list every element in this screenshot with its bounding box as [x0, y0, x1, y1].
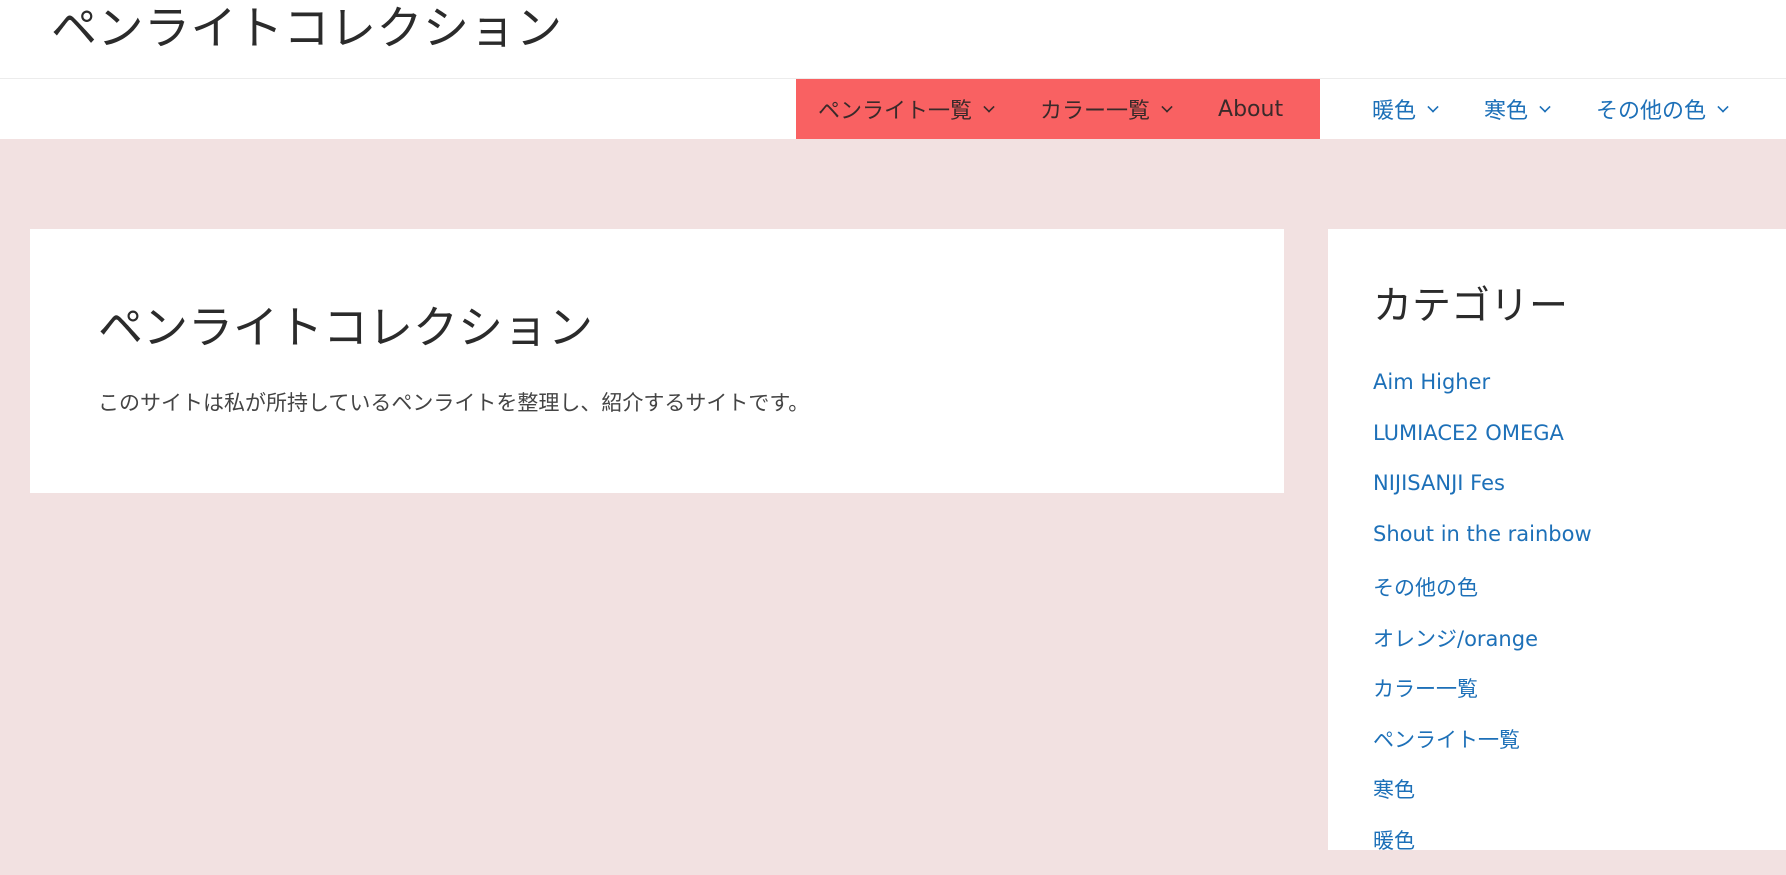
menu-item-cool-colors[interactable]: 寒色	[1484, 93, 1550, 125]
category-link[interactable]: その他の色	[1373, 572, 1592, 623]
menu-item-color-list[interactable]: カラー一覧	[1040, 93, 1172, 125]
menu-item-about[interactable]: About	[1218, 97, 1283, 122]
site-title[interactable]: ペンライトコレクション	[51, 0, 563, 58]
chevron-down-icon	[1539, 101, 1550, 112]
menu-item-other-colors[interactable]: その他の色	[1596, 93, 1728, 125]
chevron-down-icon	[1161, 101, 1172, 112]
sidebar: カテゴリー Aim Higher LUMIACE2 OMEGA NIJISANJ…	[1328, 229, 1786, 850]
menu-item-label: 寒色	[1484, 93, 1528, 125]
chevron-down-icon	[1427, 101, 1438, 112]
category-link[interactable]: カラー一覧	[1373, 673, 1592, 724]
category-link[interactable]: Shout in the rainbow	[1373, 522, 1592, 573]
category-link[interactable]: NIJISANJI Fes	[1373, 471, 1592, 522]
navigation-bar: ペンライト一覧 カラー一覧 About 暖色 寒色 その他の色	[0, 79, 1786, 139]
menu-item-label: 暖色	[1372, 93, 1416, 125]
menu-item-label: About	[1218, 97, 1283, 122]
main-content-card: ペンライトコレクション このサイトは私が所持しているペンライトを整理し、紹介する…	[30, 229, 1284, 493]
site-header: ペンライトコレクション	[0, 0, 1786, 79]
menu-item-label: カラー一覧	[1040, 93, 1150, 125]
page-title: ペンライトコレクション	[98, 291, 593, 356]
category-link[interactable]: Aim Higher	[1373, 370, 1592, 421]
category-link[interactable]: オレンジ/orange	[1373, 623, 1592, 674]
category-link[interactable]: 寒色	[1373, 774, 1592, 825]
page-description: このサイトは私が所持しているペンライトを整理し、紹介するサイトです。	[98, 387, 809, 417]
category-list: Aim Higher LUMIACE2 OMEGA NIJISANJI Fes …	[1373, 370, 1592, 875]
sidebar-title: カテゴリー	[1373, 275, 1568, 331]
category-link[interactable]: ペンライト一覧	[1373, 724, 1592, 775]
chevron-down-icon	[1717, 101, 1728, 112]
menu-item-label: その他の色	[1596, 93, 1706, 125]
menu-item-label: ペンライト一覧	[818, 93, 972, 125]
primary-menu: ペンライト一覧 カラー一覧 About	[796, 79, 1320, 139]
menu-item-warm-colors[interactable]: 暖色	[1372, 93, 1438, 125]
chevron-down-icon	[983, 101, 994, 112]
secondary-menu: 暖色 寒色 その他の色	[1372, 79, 1774, 139]
menu-item-penlight-list[interactable]: ペンライト一覧	[818, 93, 994, 125]
category-link[interactable]: LUMIACE2 OMEGA	[1373, 421, 1592, 472]
